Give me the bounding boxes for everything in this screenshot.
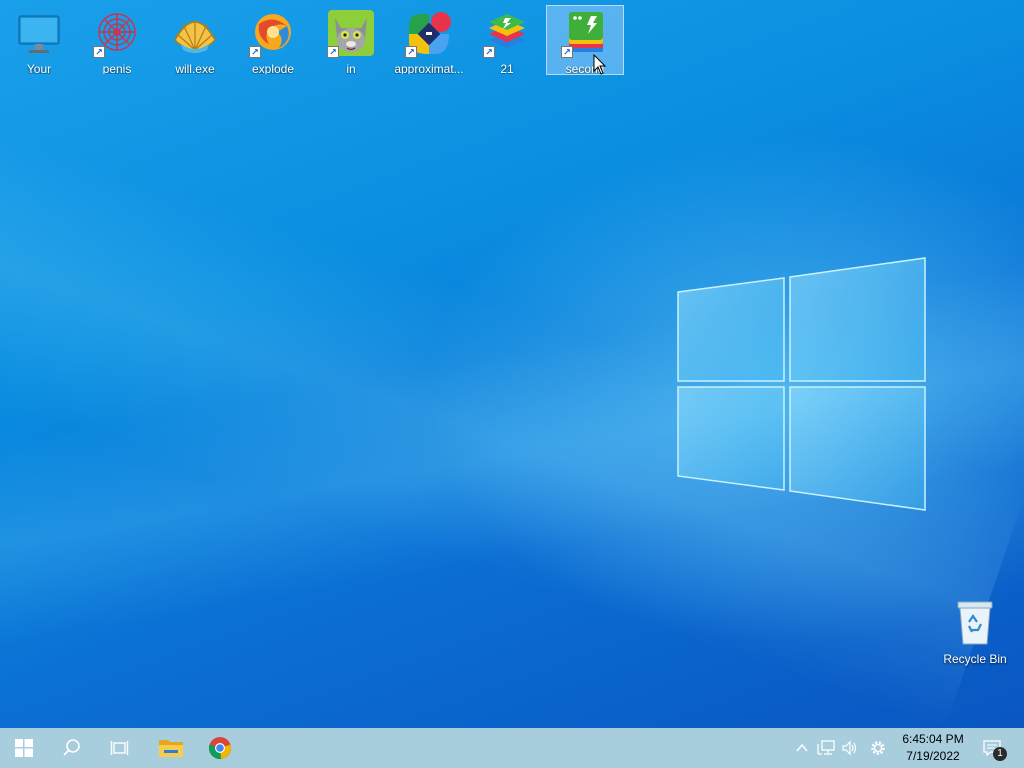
desktop-icon-label: will.exe [175, 62, 215, 74]
desktop-icon-will-exe[interactable]: will.exe [157, 6, 233, 74]
shortcut-arrow-icon: ↗ [561, 46, 573, 58]
gear-icon [871, 741, 885, 755]
desktop-icon-label: Your [26, 62, 52, 74]
desktop-icon-approximat[interactable]: ↗ approximat... [391, 6, 467, 74]
multicolor-app-icon: ↗ [405, 10, 453, 58]
file-explorer-button[interactable] [147, 728, 195, 768]
desktop-icon-label: 21 [500, 62, 514, 74]
desktop-icon-label: in [346, 62, 356, 74]
notification-count-badge: 1 [993, 747, 1007, 761]
mouse-cursor-icon [593, 54, 607, 75]
task-view-button[interactable] [96, 728, 144, 768]
recycle-bin-icon [957, 601, 993, 645]
clock-time: 6:45:04 PM [902, 732, 964, 746]
clock-date: 7/19/2022 [906, 749, 960, 763]
desktop-icon-penis[interactable]: ↗ penis [79, 6, 155, 74]
desktop-icon-label: explode [251, 62, 295, 74]
clock-button[interactable]: 6:45:04 PM 7/19/2022 [896, 731, 970, 765]
desktop-icon-21[interactable]: ↗ 21 [469, 6, 545, 74]
settings-tray-button[interactable] [868, 738, 888, 758]
desktop-icon-label: Recycle Bin [943, 652, 1007, 666]
talking-tom-cat-icon: ↗ [327, 10, 375, 58]
action-center-button[interactable]: 1 [982, 738, 1007, 761]
file-explorer-icon [159, 740, 183, 757]
desktop-icon-recycle-bin[interactable]: Recycle Bin [940, 600, 1010, 670]
shortcut-arrow-icon: ↗ [249, 46, 261, 58]
monitor-icon [15, 10, 63, 58]
windows-logo-wallpaper [677, 257, 926, 511]
swirl-orb-icon: ↗ [249, 10, 297, 58]
red-spiral-icon: ↗ [93, 10, 141, 58]
network-button[interactable] [816, 738, 836, 758]
desktop-icon-label: approximat... [394, 62, 464, 74]
shortcut-arrow-icon: ↗ [405, 46, 417, 58]
chevron-up-icon [796, 743, 808, 752]
show-hidden-icons-button[interactable] [792, 738, 812, 758]
start-button[interactable] [0, 728, 48, 768]
desktop-icon-second[interactable]: ↗ second [546, 5, 624, 75]
shortcut-arrow-icon: ↗ [483, 46, 495, 58]
search-button[interactable] [48, 728, 96, 768]
start-icon [15, 739, 33, 757]
shell-icon [171, 10, 219, 58]
shortcut-arrow-icon: ↗ [327, 46, 339, 58]
desktop-icon-label: penis [102, 62, 132, 74]
desktop-icon-in[interactable]: ↗ in [313, 6, 389, 74]
volume-button[interactable] [840, 738, 860, 758]
speaker-icon [842, 740, 857, 756]
desktop-icon-your[interactable]: Your [1, 6, 77, 74]
task-view-icon [110, 741, 129, 755]
chrome-button[interactable] [196, 728, 244, 768]
taskbar: 6:45:04 PM 7/19/2022 1 [0, 728, 1024, 768]
search-icon [63, 739, 80, 756]
desktop-background: Your ↗ penis will.exe ↗ explode ↗ in ↗ a… [0, 0, 1024, 728]
shortcut-arrow-icon: ↗ [93, 46, 105, 58]
desktop-icon-explode[interactable]: ↗ explode [235, 6, 311, 74]
chrome-icon [208, 737, 232, 760]
bluestacks-icon: ↗ [483, 10, 531, 58]
green-app-stack-icon: ↗ [561, 10, 609, 58]
network-icon [817, 740, 835, 755]
